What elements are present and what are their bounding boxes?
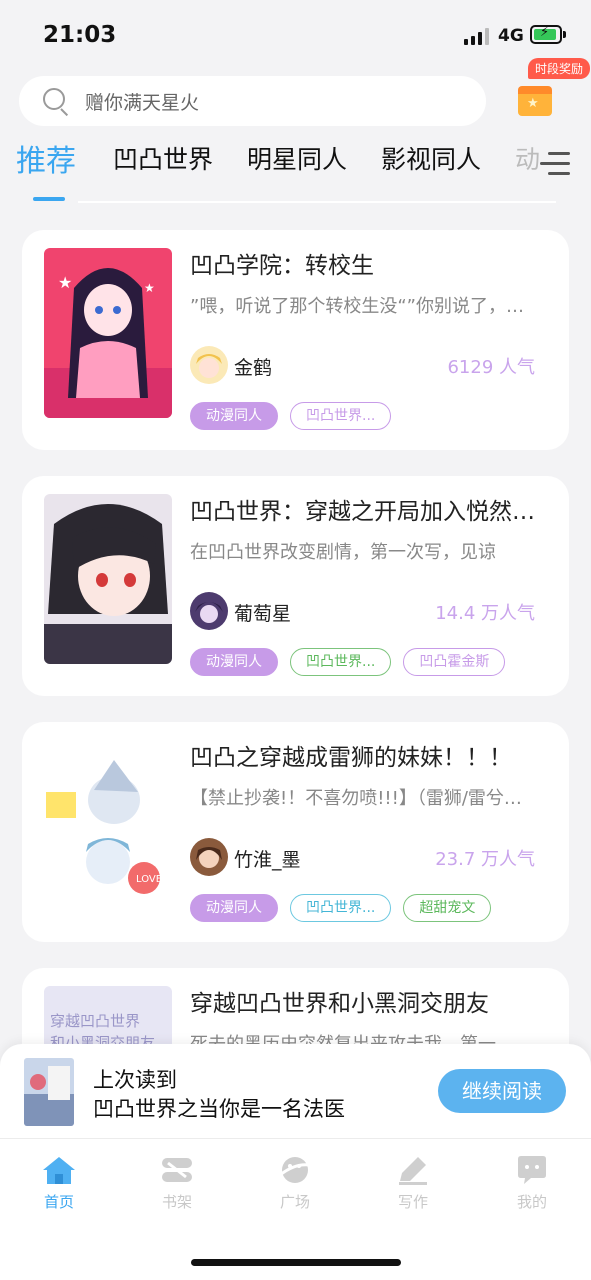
status-time: 21:03 — [43, 22, 117, 48]
tag[interactable]: 凹凸世界... — [290, 648, 392, 676]
book-cover: LOVE — [44, 740, 172, 910]
tag[interactable]: 动漫同人 — [190, 648, 278, 676]
last-read-book-title[interactable]: 凹凸世界之当你是一名法医 — [93, 1093, 345, 1123]
last-read-label: 上次读到 — [93, 1068, 177, 1092]
nav-label: 书架 — [161, 1193, 192, 1211]
planet-icon — [278, 1155, 312, 1185]
battery-icon: ⚡ — [530, 25, 566, 44]
nav-label: 我的 — [516, 1193, 547, 1211]
nav-bookshelf[interactable]: 书架 — [137, 1155, 217, 1212]
svg-text:★: ★ — [58, 273, 72, 292]
gift-icon — [518, 86, 552, 116]
last-read-cover — [24, 1058, 74, 1126]
svg-text:穿越凹凸世界: 穿越凹凸世界 — [50, 1012, 140, 1030]
search-placeholder: 赠你满天星火 — [85, 91, 200, 114]
book-description: ”喂，听说了那个转校生没“”你别说了，… — [190, 296, 524, 317]
status-bar: 21:03 4G ⚡ — [0, 0, 591, 70]
category-tabs: 推荐 凹凸世界 明星同人 影视同人 动 — [0, 140, 591, 203]
tag[interactable]: 超甜宠文 — [403, 894, 492, 922]
tag-list: 动漫同人 凹凸世界... 凹凸霍金斯 — [190, 648, 506, 676]
book-title: 穿越凹凸世界和小黑洞交朋友 — [190, 991, 489, 1017]
tag[interactable]: 凹凸世界... — [290, 402, 392, 430]
home-icon — [42, 1155, 76, 1185]
book-title: 凹凸之穿越成雷狮的妹妹！！！ — [190, 745, 512, 771]
tab-celebrity-fanfic[interactable]: 明星同人 — [247, 140, 347, 176]
pen-icon — [396, 1155, 430, 1185]
last-read-bar[interactable]: 上次读到 凹凸世界之当你是一名法医 继续阅读 — [0, 1044, 591, 1140]
nav-label: 广场 — [279, 1193, 310, 1211]
search-bar[interactable]: 赠你满天星火 — [19, 76, 486, 126]
tab-aotu-world[interactable]: 凹凸世界 — [113, 140, 213, 176]
author-avatar[interactable] — [190, 838, 228, 876]
network-type: 4G — [498, 26, 524, 46]
popularity-count: 14.4 万人气 — [435, 603, 535, 624]
book-card[interactable]: LOVE 凹凸之穿越成雷狮的妹妹！！！ 【禁止抄袭!！不喜勿喷!!!】（雷狮/雷… — [22, 722, 569, 942]
tag[interactable]: 凹凸世界... — [290, 894, 392, 922]
reward-badge: 时段奖励 — [528, 58, 591, 79]
book-cover — [44, 494, 172, 664]
author-name: 金鹤 — [234, 357, 273, 379]
signal-icon — [464, 28, 489, 45]
popularity-count: 23.7 万人气 — [435, 849, 535, 870]
book-title: 凹凸世界：穿越之开局加入悦然… — [190, 499, 535, 525]
tag-list: 动漫同人 凹凸世界... 超甜宠文 — [190, 894, 492, 922]
tabs-divider — [78, 201, 556, 203]
svg-text:LOVE: LOVE — [136, 874, 162, 885]
book-card[interactable]: ★ ★ 凹凸学院：转校生 ”喂，听说了那个转校生没“”你别说了，… 金鹤 612… — [22, 230, 569, 450]
tab-menu-icon[interactable] — [540, 150, 570, 178]
author-name: 竹淮_墨 — [234, 849, 301, 871]
tab-recommend[interactable]: 推荐 — [16, 136, 76, 180]
bookshelf-icon — [160, 1155, 194, 1185]
continue-reading-button[interactable]: 继续阅读 — [438, 1069, 566, 1113]
author-name: 葡萄星 — [234, 603, 292, 625]
nav-mine[interactable]: 我的 — [492, 1155, 572, 1212]
popularity-count: 6129 人气 — [447, 357, 535, 378]
tab-film-fanfic[interactable]: 影视同人 — [381, 140, 481, 176]
book-title: 凹凸学院：转校生 — [190, 253, 374, 279]
nav-square[interactable]: 广场 — [255, 1155, 335, 1212]
nav-home[interactable]: 首页 — [19, 1155, 99, 1212]
active-tab-indicator — [33, 197, 65, 201]
tag[interactable]: 动漫同人 — [190, 894, 278, 922]
tag[interactable]: 动漫同人 — [190, 402, 278, 430]
book-cover: ★ ★ — [44, 248, 172, 418]
tab-anime[interactable]: 动 — [515, 140, 540, 176]
svg-text:★: ★ — [144, 281, 155, 295]
nav-write[interactable]: 写作 — [373, 1155, 453, 1212]
search-icon — [43, 88, 69, 117]
book-description: 【禁止抄袭!！不喜勿喷!!!】（雷狮/雷兮… — [190, 788, 522, 809]
book-card[interactable]: 凹凸世界：穿越之开局加入悦然… 在凹凸世界改变剧情，第一次写，见谅 葡萄星 14… — [22, 476, 569, 696]
book-description: 在凹凸世界改变剧情，第一次写，见谅 — [190, 542, 496, 563]
tag[interactable]: 凹凸霍金斯 — [403, 648, 506, 676]
nav-label: 首页 — [43, 1193, 74, 1211]
author-avatar[interactable] — [190, 346, 228, 384]
tag-list: 动漫同人 凹凸世界... — [190, 402, 392, 430]
time-reward-button[interactable]: 时段奖励 — [510, 58, 591, 124]
home-indicator — [191, 1259, 401, 1266]
nav-label: 写作 — [397, 1193, 428, 1211]
chat-bubble-icon — [515, 1155, 549, 1185]
author-avatar[interactable] — [190, 592, 228, 630]
